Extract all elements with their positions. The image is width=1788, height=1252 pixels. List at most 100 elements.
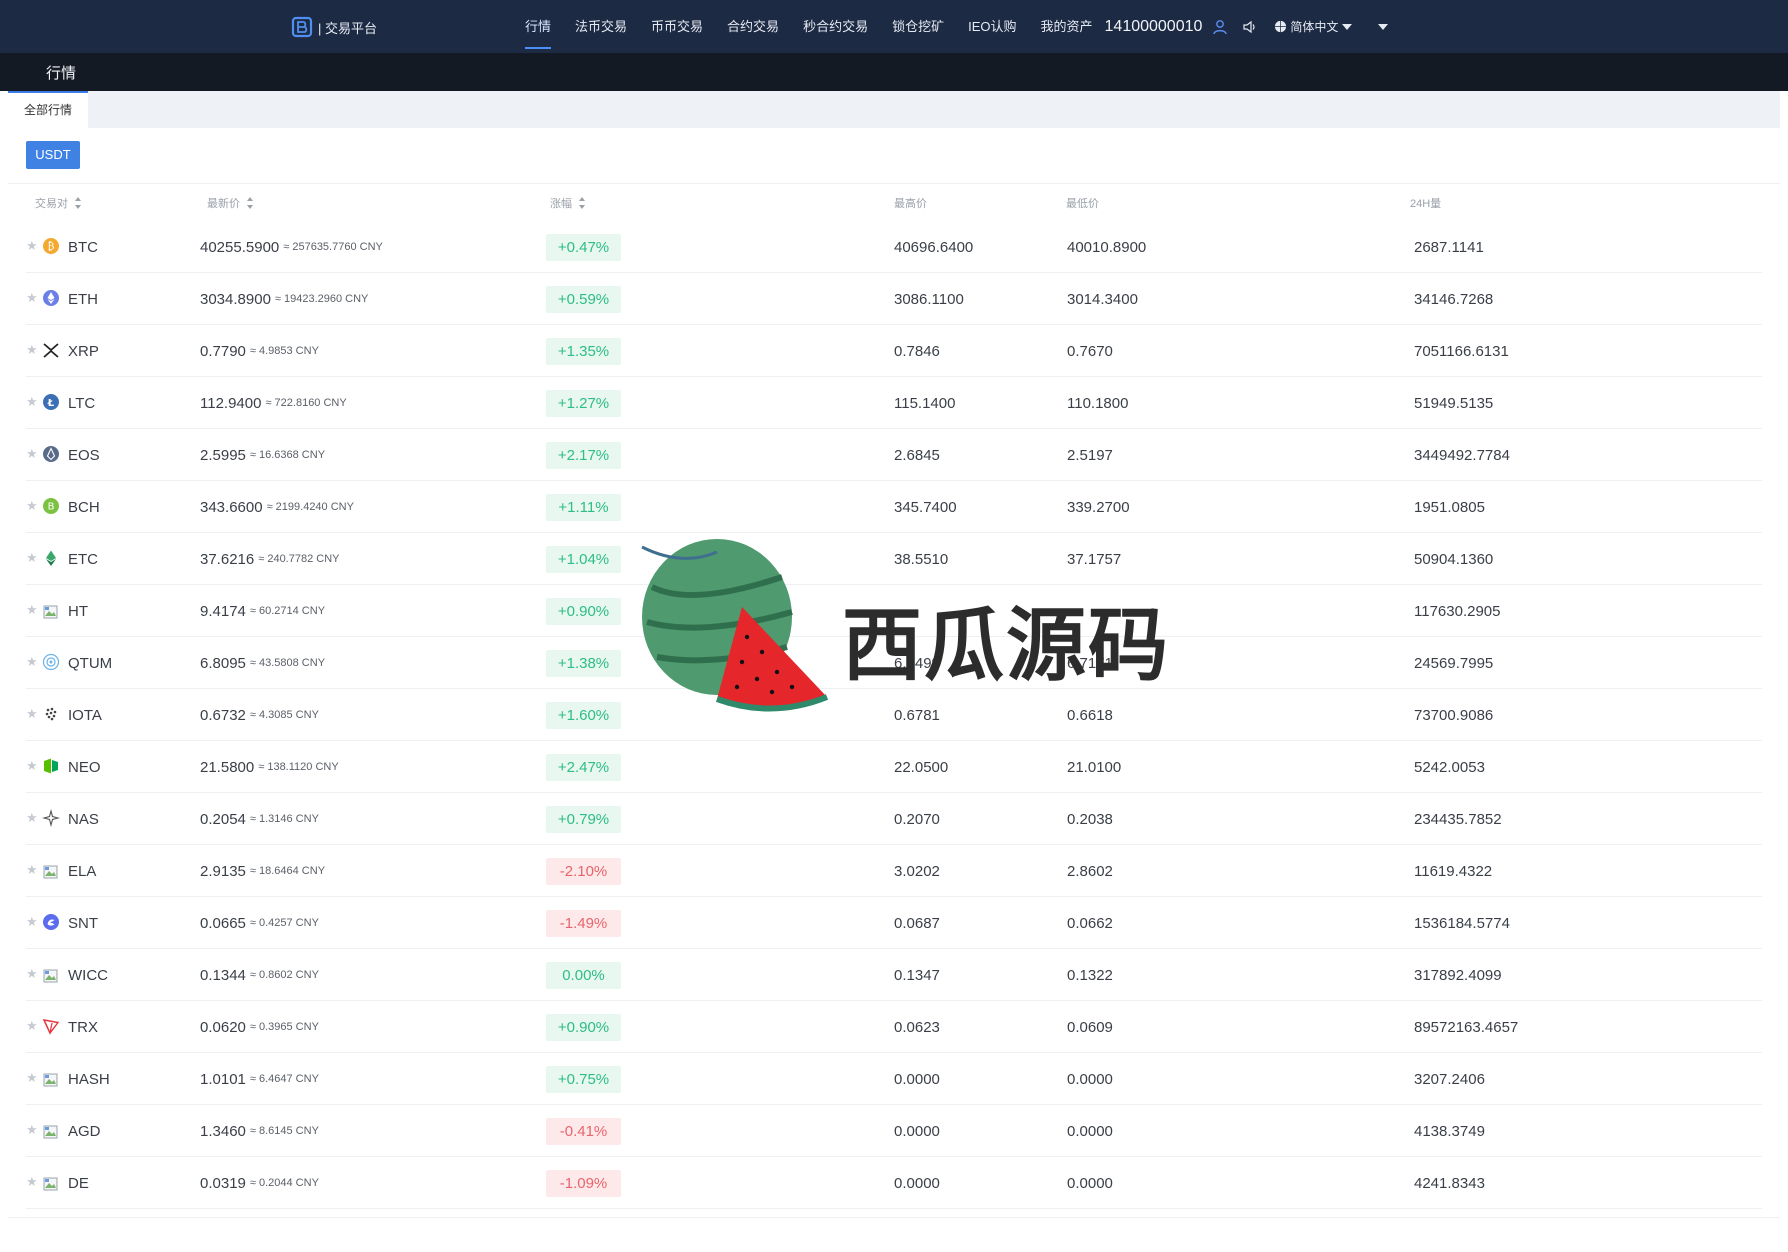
table-row[interactable]: ★ HT 9.4174 ≈ 60.2714 CNY +0.90% 117630.2905 bbox=[26, 585, 1762, 637]
language-select[interactable]: 简体中文 bbox=[1274, 18, 1353, 35]
pair-name: HT bbox=[68, 602, 88, 620]
nav-contract[interactable]: 合约交易 bbox=[727, 0, 779, 53]
volume-24h: 34146.7268 bbox=[1414, 290, 1494, 308]
nav-second-contract[interactable]: 秒合约交易 bbox=[803, 0, 868, 53]
table-row[interactable]: ★ WICC 0.1344 ≈ 0.8602 CNY 0.00% 0.1347 0.1322… bbox=[26, 949, 1762, 1001]
favorite-star-icon[interactable]: ★ bbox=[26, 706, 38, 722]
table-row[interactable]: ★ NEO 21.5800 ≈ 138.1120 CNY +2.47% 22.0500 21… bbox=[26, 741, 1762, 793]
last-price: 0.0620 ≈ 0.3965 CNY bbox=[200, 1001, 319, 1053]
favorite-star-icon[interactable]: ★ bbox=[26, 810, 38, 826]
th-last[interactable]: 最新价 bbox=[207, 195, 254, 211]
favorite-star-icon[interactable]: ★ bbox=[26, 602, 38, 618]
tab-all-markets[interactable]: 全部行情 bbox=[8, 91, 88, 128]
volume-24h: 3449492.7784 bbox=[1414, 446, 1510, 464]
low-price: 0.7670 bbox=[1067, 342, 1113, 360]
th-volume: 24H量 bbox=[1410, 198, 1442, 210]
table-row[interactable]: ★ TRX 0.0620 ≈ 0.3965 CNY +0.90% 0.0623 0.0609… bbox=[26, 1001, 1762, 1053]
table-row[interactable]: ★ ETC 37.6216 ≈ 240.7782 CNY +1.04% 38.5510 37… bbox=[26, 533, 1762, 585]
nav-market[interactable]: 行情 bbox=[525, 0, 552, 53]
table-row[interactable]: ★ DE 0.0319 ≈ 0.2044 CNY -1.09% 0.0000 0.0000 4… bbox=[26, 1157, 1762, 1209]
th-change[interactable]: 涨幅 bbox=[550, 195, 586, 211]
bch-icon: B bbox=[43, 498, 59, 514]
favorite-star-icon[interactable]: ★ bbox=[26, 446, 38, 462]
nav-assets[interactable]: 我的资产 bbox=[1041, 0, 1093, 53]
change-badge: -2.10% bbox=[546, 858, 621, 885]
usdt-quote-button[interactable]: USDT bbox=[26, 141, 80, 169]
favorite-star-icon[interactable]: ★ bbox=[26, 1018, 38, 1034]
table-row[interactable]: ★ EOS 2.5995 ≈ 16.6368 CNY +2.17% 2.6845 2.519… bbox=[26, 429, 1762, 481]
table-row[interactable]: ★ ₿ BTC 40255.5900 ≈ 257635.7760 CNY +0.47% 40… bbox=[26, 221, 1762, 273]
table-row[interactable]: ★ AGD 1.3460 ≈ 8.6145 CNY -0.41% 0.0000 0.0000… bbox=[26, 1105, 1762, 1157]
low-price: 110.1800 bbox=[1067, 394, 1129, 412]
last-price-value: 1.3460 bbox=[200, 1122, 246, 1140]
cny-equivalent: ≈ 722.8160 CNY bbox=[265, 397, 347, 409]
section-header: 行情 bbox=[0, 53, 1788, 91]
change-badge: +1.35% bbox=[546, 338, 621, 365]
table-row[interactable]: ★ HASH 1.0101 ≈ 6.4647 CNY +0.75% 0.0000 0.000… bbox=[26, 1053, 1762, 1105]
nav-spot[interactable]: 币币交易 bbox=[651, 0, 703, 53]
last-price-value: 3034.8900 bbox=[200, 290, 271, 308]
favorite-star-icon[interactable]: ★ bbox=[26, 394, 38, 410]
favorite-star-icon[interactable]: ★ bbox=[26, 862, 38, 878]
speaker-icon[interactable] bbox=[1242, 19, 1258, 35]
pair-name: AGD bbox=[68, 1122, 101, 1140]
favorite-star-icon[interactable]: ★ bbox=[26, 1174, 38, 1190]
pair-name: NEO bbox=[68, 758, 101, 776]
more-dropdown-icon[interactable] bbox=[1378, 23, 1389, 30]
change-badge: -1.09% bbox=[546, 1170, 621, 1197]
last-price: 112.9400 ≈ 722.8160 CNY bbox=[200, 377, 347, 429]
last-price-value: 0.1344 bbox=[200, 966, 246, 984]
svg-text:Ł: Ł bbox=[47, 398, 55, 409]
table-row[interactable]: ★ Ł LTC 112.9400 ≈ 722.8160 CNY +1.27% 115.140… bbox=[26, 377, 1762, 429]
th-pair[interactable]: 交易对 bbox=[35, 195, 82, 211]
nav-ieo[interactable]: IEO认购 bbox=[968, 0, 1016, 53]
user-icon[interactable] bbox=[1212, 19, 1228, 35]
table-row[interactable]: ★ IOTA 0.6732 ≈ 4.3085 CNY +1.60% 0.6781 0.661… bbox=[26, 689, 1762, 741]
table-row[interactable]: ★ QTUM 6.8095 ≈ 43.5808 CNY +1.38% 6.9499 6.71… bbox=[26, 637, 1762, 689]
last-price: 2.5995 ≈ 16.6368 CNY bbox=[200, 429, 325, 481]
broken-image-icon bbox=[43, 969, 58, 983]
table-row[interactable]: ★ B BCH 343.6600 ≈ 2199.4240 CNY +1.11% 345.74… bbox=[26, 481, 1762, 533]
cny-equivalent: ≈ 16.6368 CNY bbox=[249, 449, 326, 461]
favorite-star-icon[interactable]: ★ bbox=[26, 290, 38, 306]
last-price: 6.8095 ≈ 43.5808 CNY bbox=[200, 637, 325, 689]
btc-icon: ₿ bbox=[43, 238, 59, 254]
favorite-star-icon[interactable]: ★ bbox=[26, 758, 38, 774]
high-price: 115.1400 bbox=[894, 394, 956, 412]
logo[interactable]: | 交易平台 bbox=[290, 14, 377, 40]
favorite-star-icon[interactable]: ★ bbox=[26, 1122, 38, 1138]
favorite-star-icon[interactable]: ★ bbox=[26, 550, 38, 566]
nav-otc[interactable]: 法币交易 bbox=[575, 0, 627, 53]
cny-equivalent: ≈ 2199.4240 CNY bbox=[266, 501, 354, 513]
th-pair-label: 交易对 bbox=[35, 198, 68, 210]
broken-image-icon bbox=[43, 1073, 58, 1087]
favorite-star-icon[interactable]: ★ bbox=[26, 342, 38, 358]
table-row[interactable]: ★ NAS 0.2054 ≈ 1.3146 CNY +0.79% 0.2070 0.2038… bbox=[26, 793, 1762, 845]
favorite-star-icon[interactable]: ★ bbox=[26, 966, 38, 982]
last-price: 21.5800 ≈ 138.1120 CNY bbox=[200, 741, 339, 793]
favorite-star-icon[interactable]: ★ bbox=[26, 1070, 38, 1086]
nav-staking[interactable]: 锁仓挖矿 bbox=[892, 0, 944, 53]
table-row[interactable]: ★ ETH 3034.8900 ≈ 19423.2960 CNY +0.59% 3086.… bbox=[26, 273, 1762, 325]
favorite-star-icon[interactable]: ★ bbox=[26, 498, 38, 514]
high-price: 0.2070 bbox=[894, 810, 940, 828]
favorite-star-icon[interactable]: ★ bbox=[26, 914, 38, 930]
table-row[interactable]: ★ ELA 2.9135 ≈ 18.6464 CNY -2.10% 3.0202 2.860… bbox=[26, 845, 1762, 897]
broken-image-icon bbox=[43, 605, 58, 619]
volume-24h: 4241.8343 bbox=[1414, 1174, 1485, 1192]
volume-24h: 3207.2406 bbox=[1414, 1070, 1485, 1088]
last-price: 1.3460 ≈ 8.6145 CNY bbox=[200, 1105, 319, 1157]
trx-icon bbox=[42, 1019, 60, 1035]
favorite-star-icon[interactable]: ★ bbox=[26, 238, 38, 254]
favorite-star-icon[interactable]: ★ bbox=[26, 654, 38, 670]
change-badge: +1.27% bbox=[546, 390, 621, 417]
last-price-value: 21.5800 bbox=[200, 758, 255, 776]
pair-name: BTC bbox=[68, 238, 98, 256]
table-row[interactable]: ★ XRP 0.7790 ≈ 4.9853 CNY +1.35% 0.7846 0.7670… bbox=[26, 325, 1762, 377]
table-header: 交易对 最新价 涨幅 最高价 最低价 24H量 bbox=[0, 195, 1788, 211]
last-price: 0.1344 ≈ 0.8602 CNY bbox=[200, 949, 319, 1001]
user-id[interactable]: 14100000010 bbox=[1105, 18, 1203, 36]
volume-24h: 117630.2905 bbox=[1414, 602, 1501, 620]
table-row[interactable]: ★ SNT 0.0665 ≈ 0.4257 CNY -1.49% 0.0687 0.0662… bbox=[26, 897, 1762, 949]
last-price-value: 2.5995 bbox=[200, 446, 246, 464]
